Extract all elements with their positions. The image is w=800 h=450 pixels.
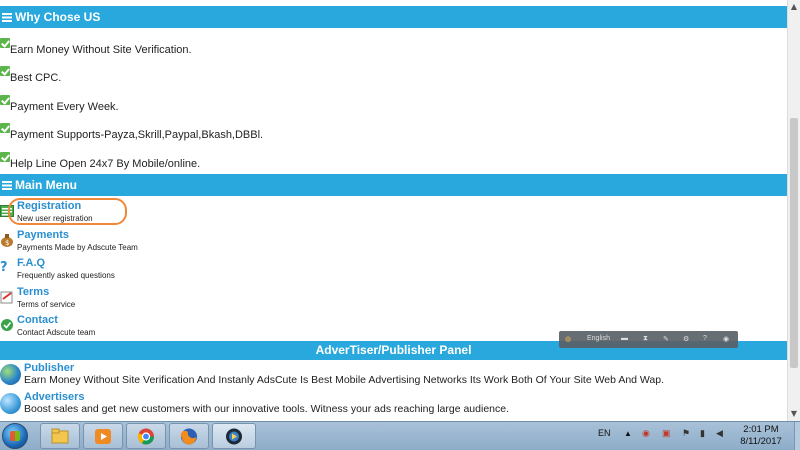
scrollbar-thumb[interactable] [790, 118, 798, 368]
panel-item-title[interactable]: Publisher [24, 362, 74, 374]
money-bag-icon: $ [0, 233, 14, 247]
firefox-icon [180, 428, 198, 445]
language-bar[interactable]: ◍ English ▬ ⧗ ✎ ⚙ ? ◉ [559, 331, 738, 348]
vertical-scrollbar[interactable]: ▲ ▼ [787, 0, 800, 421]
menu-item-contact[interactable]: Contact Contact Adscute team [0, 314, 400, 342]
clock-time: 2:01 PM [743, 424, 779, 435]
web-page: Why Chose US Earn Money Without Site Ver… [0, 0, 787, 421]
check-icon [0, 152, 10, 162]
feature-text: Payment Every Week. [10, 101, 119, 113]
check-icon [0, 66, 10, 76]
chrome-icon [137, 428, 155, 445]
panel-item-description: Earn Money Without Site Verification And… [24, 374, 665, 386]
check-icon [0, 38, 10, 48]
list-icon [2, 175, 12, 197]
language-label[interactable]: English [587, 335, 610, 342]
show-hidden-icons[interactable]: ▲ [624, 429, 632, 438]
antivirus-icon[interactable]: ◉ [642, 428, 650, 439]
feature-text: Best CPC. [10, 72, 62, 84]
taskbar: EN ▲ ◉ ▣ ⚑ ▮ ◀ 2:01 PM 8/11/2017 [0, 421, 800, 450]
panel-title: AdverTiser/Publisher Panel [315, 343, 472, 357]
panel-item-publisher[interactable]: Publisher Earn Money Without Site Verifi… [0, 362, 787, 390]
list-icon [2, 7, 12, 29]
pen-icon[interactable]: ✎ [663, 335, 669, 343]
settings-icon[interactable]: ⚙ [683, 335, 689, 343]
network-warning-icon[interactable]: ▣ [662, 428, 671, 439]
media-center-icon [225, 428, 243, 445]
menu-item-title[interactable]: F.A.Q [17, 257, 45, 269]
action-center-icon[interactable]: ⚑ [682, 428, 690, 439]
main-menu-title: Main Menu [15, 178, 77, 192]
advertisers-icon [0, 393, 21, 414]
menu-item-title[interactable]: Contact [17, 314, 58, 326]
taskbar-chrome[interactable] [126, 423, 166, 449]
menu-item-faq[interactable]: ? F.A.Q Frequently asked questions [0, 257, 400, 285]
feature-text: Payment Supports-Payza,Skrill,Paypal,Bka… [10, 129, 264, 141]
check-icon [0, 123, 10, 133]
signal-icon[interactable]: ▮ [700, 428, 705, 439]
help-icon[interactable]: ? [703, 335, 707, 342]
why-chose-us-header: Why Chose US [0, 6, 787, 28]
menu-item-title[interactable]: Payments [17, 229, 69, 241]
keyboard-icon[interactable]: ▬ [621, 335, 628, 342]
check-icon [0, 95, 10, 105]
contact-icon [0, 318, 14, 332]
menu-item-terms[interactable]: Terms Terms of service [0, 286, 400, 314]
input-mode-icon[interactable]: ⧗ [643, 335, 648, 343]
show-desktop-button[interactable] [794, 422, 800, 450]
clock[interactable]: 2:01 PM 8/11/2017 [731, 424, 791, 448]
taskbar-file-explorer[interactable] [40, 423, 80, 449]
why-chose-us-title: Why Chose US [15, 10, 101, 24]
highlight-circle [8, 198, 127, 225]
globe-icon [0, 364, 21, 385]
terms-icon [0, 290, 14, 304]
feature-text: Earn Money Without Site Verification. [10, 44, 192, 56]
menu-item-subtitle: Payments Made by Adscute Team [17, 243, 138, 252]
panel-item-description: Boost sales and get new customers with o… [24, 403, 510, 415]
menu-item-subtitle: Frequently asked questions [17, 271, 115, 280]
language-bar-logo-icon: ◍ [565, 336, 572, 343]
minimize-icon[interactable]: ◉ [723, 335, 729, 343]
taskbar-media-center[interactable] [212, 423, 256, 449]
scroll-down-icon[interactable]: ▼ [788, 407, 800, 421]
taskbar-firefox[interactable] [169, 423, 209, 449]
question-icon: ? [0, 260, 8, 275]
panel-item-title[interactable]: Advertisers [24, 391, 85, 403]
feature-item: Earn Money Without Site Verification. [0, 38, 600, 66]
panel-item-advertisers[interactable]: Advertisers Boost sales and get new cust… [0, 391, 787, 419]
feature-item: Payment Supports-Payza,Skrill,Paypal,Bka… [0, 123, 600, 151]
volume-icon[interactable]: ◀ [716, 428, 723, 439]
clock-date: 8/11/2017 [740, 436, 782, 447]
feature-item: Best CPC. [0, 66, 600, 94]
feature-text: Help Line Open 24x7 By Mobile/online. [10, 158, 201, 170]
svg-text:$: $ [5, 239, 9, 247]
menu-item-title[interactable]: Terms [17, 286, 49, 298]
start-button[interactable] [2, 423, 28, 449]
menu-item-payments[interactable]: $ Payments Payments Made by Adscute Team [0, 229, 400, 257]
main-menu-header: Main Menu [0, 174, 787, 196]
file-explorer-icon [51, 428, 69, 445]
scroll-up-icon[interactable]: ▲ [788, 0, 800, 14]
taskbar-media-player[interactable] [83, 423, 123, 449]
language-indicator[interactable]: EN [598, 428, 611, 438]
menu-item-subtitle: Contact Adscute team [17, 328, 96, 337]
feature-item: Payment Every Week. [0, 95, 600, 123]
menu-item-subtitle: Terms of service [17, 300, 76, 309]
media-player-icon [94, 428, 112, 445]
